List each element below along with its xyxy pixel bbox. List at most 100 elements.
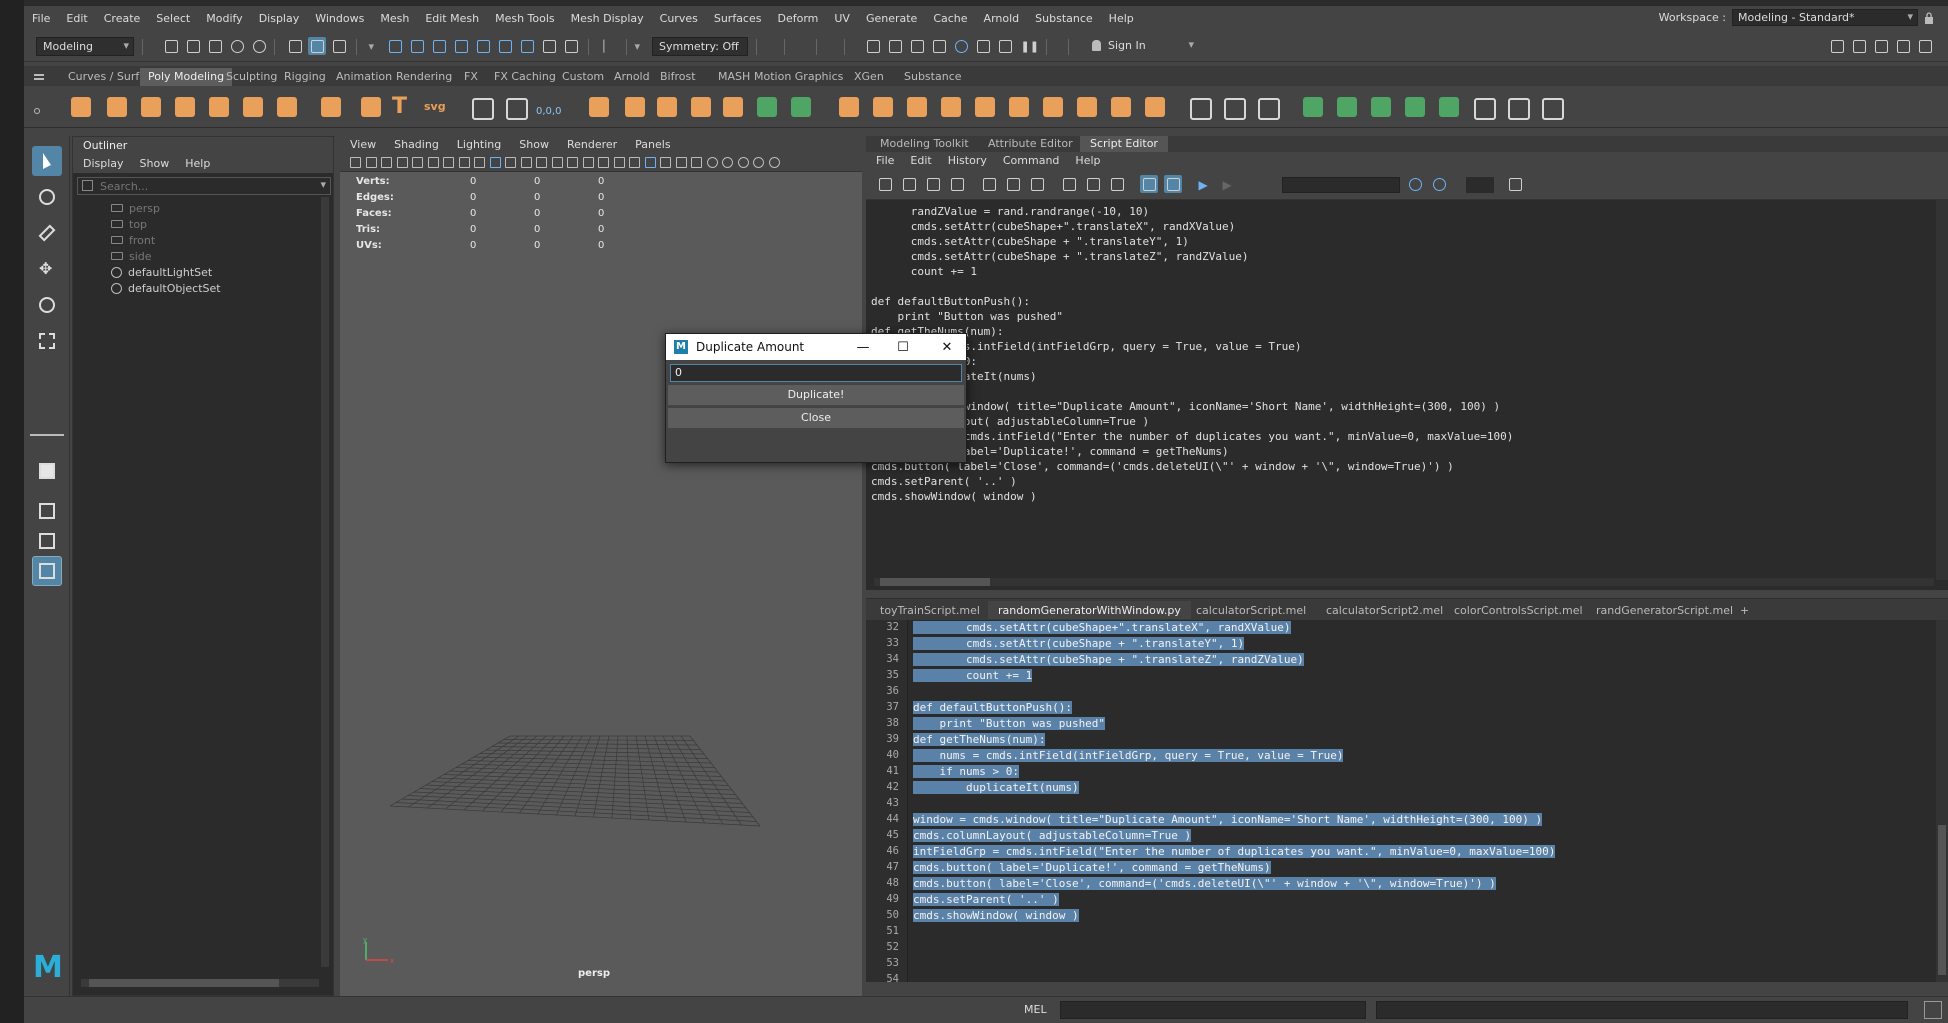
tool-settings-icon[interactable] bbox=[1872, 37, 1890, 55]
shelf-tab-arnold[interactable]: Arnold bbox=[606, 68, 658, 86]
shelf-tab-xgen[interactable]: XGen bbox=[846, 68, 892, 86]
modeling-toolkit-icon[interactable] bbox=[1828, 37, 1846, 55]
extract-icon[interactable] bbox=[654, 94, 680, 120]
viewport-tool-icon[interactable] bbox=[753, 157, 764, 168]
symmetrize-icon[interactable] bbox=[788, 94, 814, 120]
uv-editor-icon[interactable] bbox=[1470, 94, 1496, 120]
command-language-label[interactable]: MEL bbox=[1024, 1003, 1047, 1016]
close-button[interactable]: Close bbox=[668, 408, 964, 428]
script-editor-menu-file[interactable]: File bbox=[876, 154, 894, 168]
poly-cylinder-icon[interactable] bbox=[138, 94, 164, 120]
scale-tool-icon[interactable] bbox=[32, 326, 62, 356]
multi-cut-icon[interactable] bbox=[1186, 94, 1212, 120]
poly-disc-icon[interactable] bbox=[274, 94, 300, 120]
channel-box-icon[interactable] bbox=[1850, 37, 1868, 55]
execute-all-icon[interactable]: ▶ bbox=[1196, 175, 1214, 193]
new-scene-icon[interactable] bbox=[162, 37, 180, 55]
save-script-icon[interactable] bbox=[924, 175, 942, 193]
render-frame-icon[interactable] bbox=[864, 37, 882, 55]
attribute-editor-icon[interactable] bbox=[1894, 37, 1912, 55]
platonic-solid-icon[interactable] bbox=[318, 94, 344, 120]
viewport-tool-icon[interactable] bbox=[443, 157, 454, 168]
viewport-tool-icon[interactable] bbox=[598, 157, 609, 168]
four-view-icon[interactable] bbox=[32, 496, 62, 526]
outliner-menu-help[interactable]: Help bbox=[185, 157, 210, 171]
hypershade-icon[interactable] bbox=[952, 37, 970, 55]
outliner-search[interactable]: ▾ bbox=[77, 177, 331, 195]
separate-icon[interactable] bbox=[622, 94, 648, 120]
automatic-map-icon[interactable] bbox=[1402, 94, 1428, 120]
menu-uv[interactable]: UV bbox=[826, 12, 858, 25]
viewport-menu-lighting[interactable]: Lighting bbox=[457, 138, 501, 152]
goto-line-icon[interactable] bbox=[1506, 175, 1524, 193]
undo-icon[interactable] bbox=[228, 37, 246, 55]
snap-to-point-icon[interactable] bbox=[430, 37, 448, 55]
menu-substance[interactable]: Substance bbox=[1027, 12, 1101, 25]
menu-windows[interactable]: Windows bbox=[307, 12, 372, 25]
poly-torus-icon[interactable] bbox=[206, 94, 232, 120]
script-editor-menu-help[interactable]: Help bbox=[1075, 154, 1100, 168]
viewport-tool-icon[interactable] bbox=[582, 157, 594, 168]
viewport-tool-icon[interactable] bbox=[737, 157, 749, 168]
viewport-tool-icon[interactable] bbox=[474, 157, 485, 168]
menu-help[interactable]: Help bbox=[1101, 12, 1142, 25]
history-vertical-scrollbar[interactable] bbox=[1936, 200, 1948, 580]
viewport-tool-icon[interactable] bbox=[706, 157, 718, 168]
planar-map-icon[interactable] bbox=[1300, 94, 1326, 120]
tab-script-editor[interactable]: Script Editor bbox=[1080, 136, 1168, 152]
shelf-tab-fx-caching[interactable]: FX Caching bbox=[486, 68, 564, 86]
symmetry-dropdown[interactable]: Symmetry: Off bbox=[652, 37, 748, 56]
script-search-field[interactable] bbox=[1282, 177, 1400, 193]
minimize-icon[interactable]: — bbox=[848, 336, 878, 358]
viewport-tool-icon[interactable] bbox=[350, 157, 361, 168]
offset-edge-loop-icon[interactable] bbox=[1040, 94, 1066, 120]
menu-mesh-tools[interactable]: Mesh Tools bbox=[487, 12, 563, 25]
quad-draw-icon[interactable] bbox=[1142, 94, 1168, 120]
outliner-toggle-icon[interactable] bbox=[1916, 37, 1934, 55]
script-history-panel[interactable]: randZValue = rand.randrange(-10, 10) cmd… bbox=[866, 200, 1948, 590]
chevron-down-icon[interactable]: ▾ bbox=[320, 178, 326, 191]
insert-edge-loop-icon[interactable] bbox=[1220, 94, 1246, 120]
menu-curves[interactable]: Curves bbox=[652, 12, 706, 25]
goto-line-field[interactable] bbox=[1466, 177, 1494, 193]
poly-svg-icon[interactable]: svg bbox=[424, 94, 450, 120]
render-setup-icon[interactable] bbox=[974, 37, 992, 55]
script-tab-colorcontrolsscript-mel[interactable]: colorControlsScript.mel bbox=[1444, 601, 1593, 619]
viewport-tool-icon[interactable] bbox=[396, 157, 408, 168]
execute-selected-icon[interactable]: ▶ bbox=[1220, 175, 1238, 193]
poly-cone-icon[interactable] bbox=[172, 94, 198, 120]
close-icon[interactable]: ✕ bbox=[932, 336, 962, 358]
search-down-icon[interactable] bbox=[1406, 175, 1424, 193]
menu-mesh[interactable]: Mesh bbox=[372, 12, 417, 25]
script-editor-menu-edit[interactable]: Edit bbox=[910, 154, 931, 168]
combine-icon[interactable] bbox=[586, 94, 612, 120]
menu-edit[interactable]: Edit bbox=[58, 12, 95, 25]
select-by-object-type-icon[interactable] bbox=[308, 37, 326, 55]
outliner-menu-display[interactable]: Display bbox=[83, 157, 124, 171]
merge-icon[interactable] bbox=[1006, 94, 1032, 120]
filter-icon[interactable] bbox=[82, 180, 93, 191]
chevron-down-icon[interactable]: ▾ bbox=[632, 37, 650, 55]
script-tab-calculatorscript-mel[interactable]: calculatorScript.mel bbox=[1186, 601, 1316, 619]
pause-icon[interactable]: ❚❚ bbox=[1018, 37, 1039, 55]
viewport-menu-shading[interactable]: Shading bbox=[394, 138, 439, 152]
save-scene-icon[interactable] bbox=[206, 37, 224, 55]
viewport-tool-icon[interactable] bbox=[613, 157, 625, 168]
bevel-icon[interactable] bbox=[904, 94, 930, 120]
poly-cube-icon[interactable] bbox=[104, 94, 130, 120]
menu-deform[interactable]: Deform bbox=[769, 12, 826, 25]
poly-plane-icon[interactable] bbox=[240, 94, 266, 120]
outliner-horizontal-scrollbar[interactable] bbox=[81, 979, 319, 987]
outliner-search-input[interactable] bbox=[100, 179, 300, 193]
freeze-transform-icon[interactable]: 0,0,0 bbox=[536, 94, 562, 120]
viewport-tool-icon[interactable] bbox=[365, 157, 377, 168]
viewport-tool-icon[interactable] bbox=[505, 157, 516, 168]
shelf-tab-custom[interactable]: Custom bbox=[554, 68, 612, 86]
tab-modeling-toolkit[interactable]: Modeling Toolkit bbox=[870, 136, 979, 152]
search-up-icon[interactable] bbox=[1430, 175, 1448, 193]
workspace-dropdown[interactable]: Modeling - Standard* bbox=[1732, 9, 1918, 26]
outliner-item-defaultobjectset[interactable]: defaultObjectSet bbox=[111, 279, 221, 297]
script-editor-layout-icon[interactable] bbox=[32, 556, 62, 586]
menu-generate[interactable]: Generate bbox=[858, 12, 925, 25]
viewport-tool-icon[interactable] bbox=[675, 157, 687, 168]
